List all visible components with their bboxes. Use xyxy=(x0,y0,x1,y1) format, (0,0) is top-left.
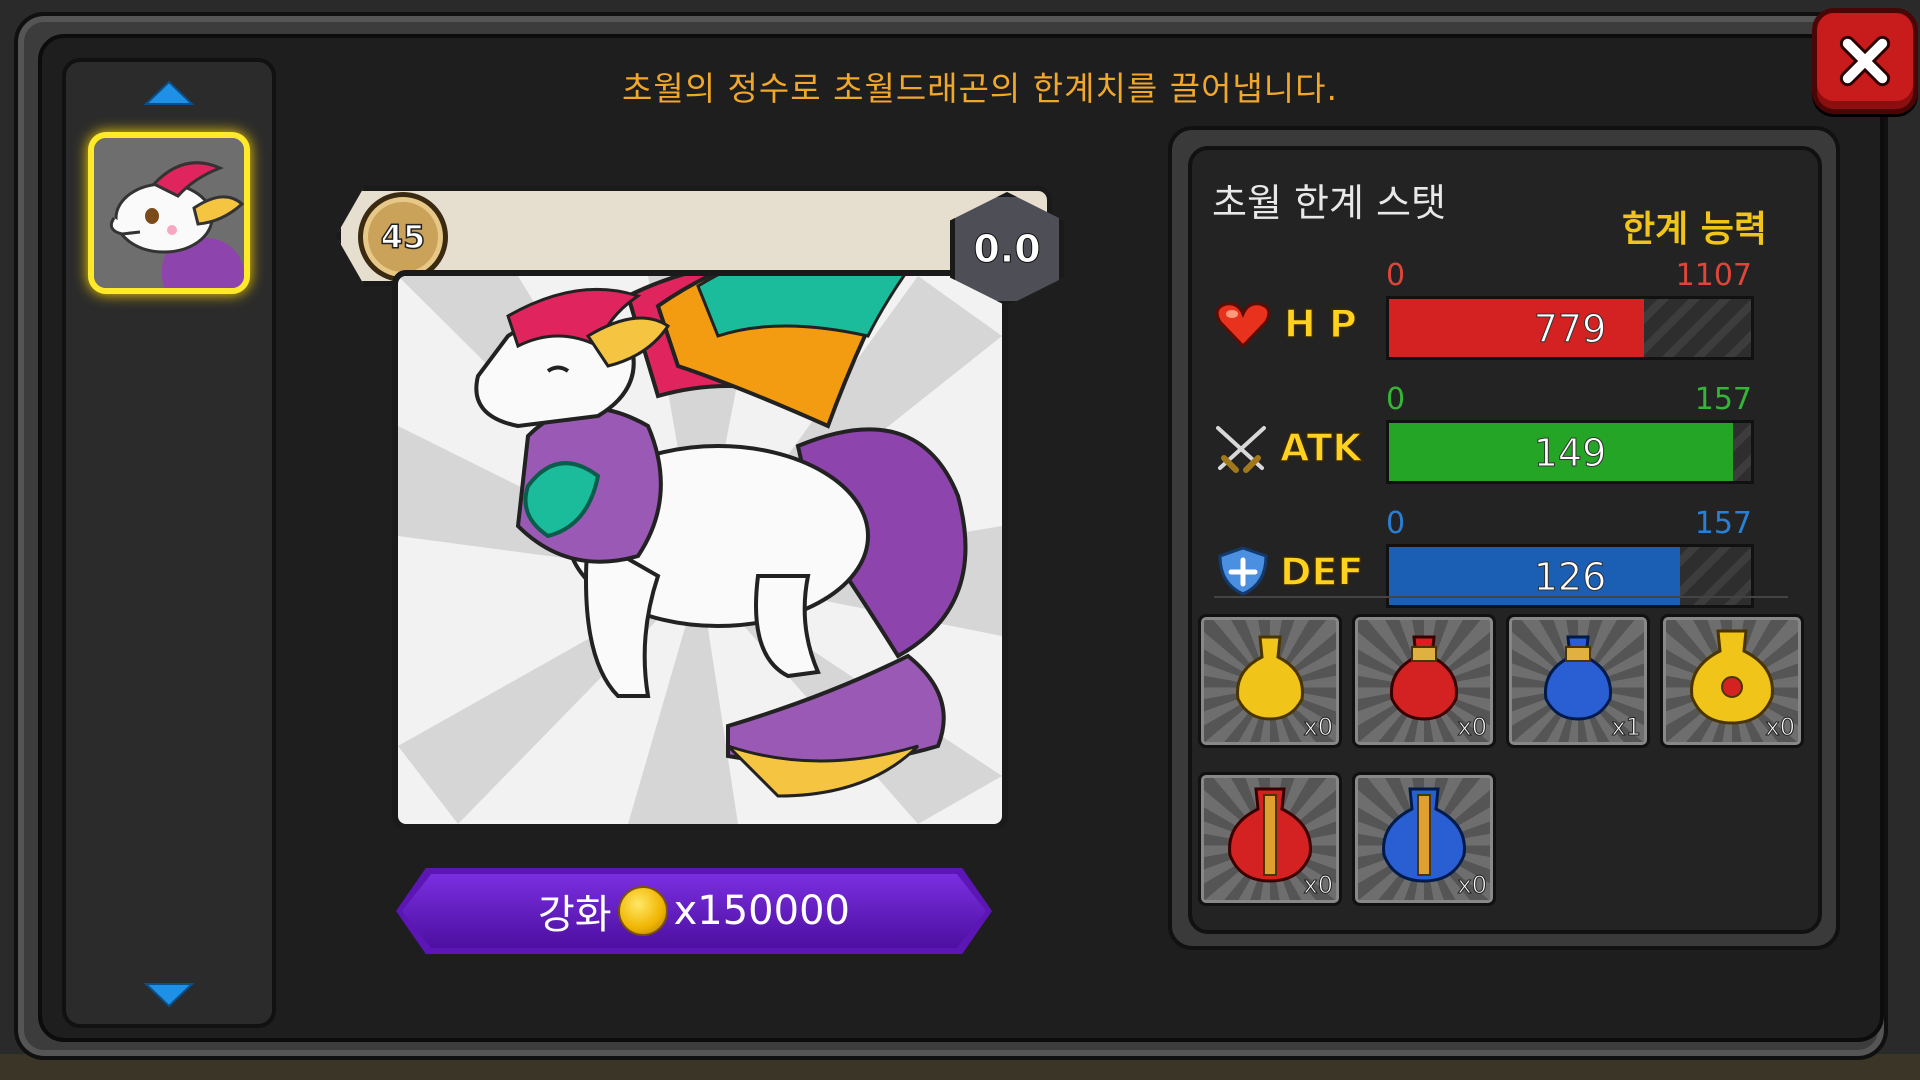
dragon-art xyxy=(392,270,1008,830)
item-gold-essence-small[interactable]: x0 xyxy=(1198,614,1342,748)
atk-max: 157 xyxy=(1694,382,1752,417)
red-potion-icon xyxy=(1390,635,1458,721)
dragon-portrait[interactable] xyxy=(88,132,250,294)
item-gold-essence-large[interactable]: x0 xyxy=(1660,614,1804,748)
blue-large-potion-icon xyxy=(1382,787,1466,883)
gold-large-potion-icon xyxy=(1690,629,1774,725)
dragon-portrait-icon xyxy=(94,138,244,288)
atk-label: ATK xyxy=(1279,425,1362,471)
atk-bar: 149 xyxy=(1386,420,1754,484)
hp-min: 0 xyxy=(1386,258,1406,293)
item-blue-essence-large[interactable]: x0 xyxy=(1352,772,1496,906)
def-value: 126 xyxy=(1533,555,1607,600)
stat-divider xyxy=(1214,596,1788,598)
item-count: x0 xyxy=(1457,871,1488,900)
level-badge: 45 xyxy=(358,192,448,282)
red-large-potion-icon xyxy=(1228,787,1312,883)
atk-value: 149 xyxy=(1533,431,1607,476)
level-value: 45 xyxy=(380,217,426,257)
gold-potion-icon xyxy=(1236,635,1304,721)
def-max: 157 xyxy=(1694,506,1752,541)
stat-panel-title: 초월 한계 스탯 xyxy=(1212,181,1446,225)
def-bar: 126 xyxy=(1386,544,1754,608)
atk-min: 0 xyxy=(1386,382,1406,417)
hp-bar: 779 xyxy=(1386,296,1754,360)
grade-value: 0.0 xyxy=(973,227,1041,272)
hp-value: 779 xyxy=(1533,307,1607,352)
crossed-swords-icon xyxy=(1214,424,1268,473)
upgrade-cost: x150000 xyxy=(673,888,850,934)
dragon-illustration xyxy=(398,276,1002,824)
item-count: x1 xyxy=(1611,713,1642,742)
description-text: 초월의 정수로 초월드래곤의 한계치를 끌어냅니다. xyxy=(621,69,1338,108)
dragon-selector xyxy=(62,58,276,1028)
upgrade-button[interactable]: 강화 x150000 xyxy=(396,868,992,954)
close-icon xyxy=(1839,35,1891,87)
upgrade-label: 강화 xyxy=(538,892,612,938)
close-button[interactable] xyxy=(1812,8,1918,114)
stat-panel-subtitle: 한계 능력 xyxy=(1622,209,1768,250)
blue-potion-icon xyxy=(1544,635,1612,721)
item-count: x0 xyxy=(1303,871,1334,900)
item-red-essence-small[interactable]: x0 xyxy=(1352,614,1496,748)
scroll-down-arrow-icon[interactable] xyxy=(144,980,194,1008)
def-min: 0 xyxy=(1386,506,1406,541)
shield-icon xyxy=(1218,546,1268,596)
item-count: x0 xyxy=(1765,713,1796,742)
def-label: DEF xyxy=(1279,549,1364,595)
scroll-up-arrow-icon[interactable] xyxy=(144,80,194,108)
hp-label: H P xyxy=(1283,301,1357,347)
item-blue-essence-small[interactable]: x1 xyxy=(1506,614,1650,748)
gold-coin-icon xyxy=(617,886,668,936)
item-count: x0 xyxy=(1303,713,1334,742)
item-red-essence-large[interactable]: x0 xyxy=(1198,772,1342,906)
heart-icon xyxy=(1215,302,1271,349)
hp-max: 1107 xyxy=(1675,258,1752,293)
item-count: x0 xyxy=(1457,713,1488,742)
